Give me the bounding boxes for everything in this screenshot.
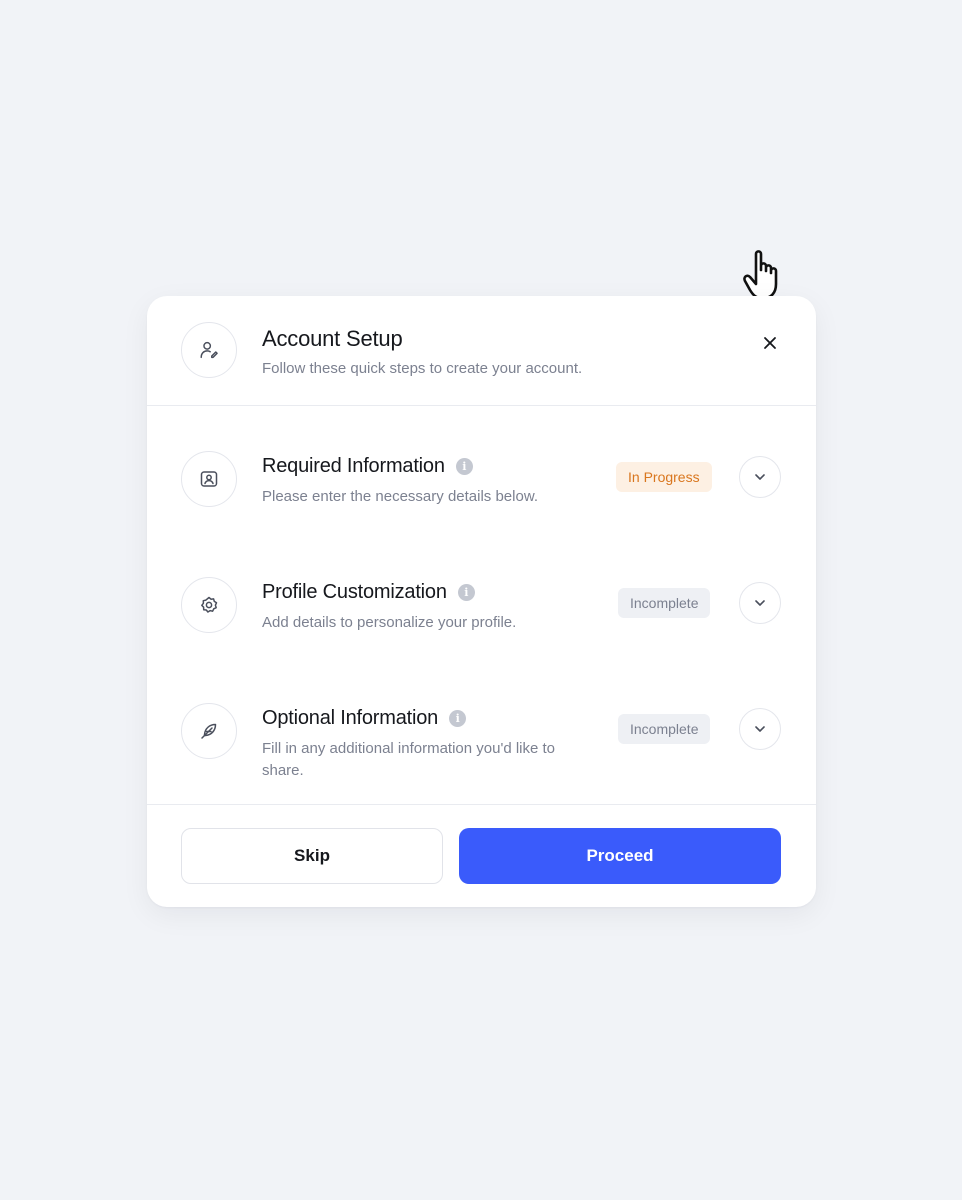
modal-header: Account Setup Follow these quick steps t… xyxy=(147,296,816,406)
step-title: Profile Customization i xyxy=(262,581,475,604)
step-title-text: Profile Customization xyxy=(262,581,447,603)
expand-button[interactable] xyxy=(739,708,781,750)
step-title: Optional Information i xyxy=(262,707,467,730)
status-badge: Incomplete xyxy=(618,714,711,744)
close-icon xyxy=(764,337,776,349)
info-icon[interactable]: i xyxy=(455,458,473,475)
step-description: Fill in any additional information you'd… xyxy=(262,740,556,779)
skip-button[interactable]: Skip xyxy=(181,828,443,884)
user-icon xyxy=(181,322,237,378)
step-description: Add details to personalize your profile. xyxy=(262,614,517,631)
step-title-text: Optional Information xyxy=(262,707,439,729)
close-button[interactable] xyxy=(755,328,785,358)
step-title-text: Required Information xyxy=(262,455,445,477)
chevron-down-icon xyxy=(755,474,765,480)
step-description: Please enter the necessary details below… xyxy=(262,488,538,505)
feather-icon xyxy=(181,703,237,759)
step-required-information: Required Information i Please enter the … xyxy=(147,428,816,554)
chevron-down-icon xyxy=(755,726,765,732)
status-badge: In Progress xyxy=(616,462,712,492)
step-title: Required Information i xyxy=(262,455,473,478)
step-optional-information: Optional Information i Fill in any addit… xyxy=(147,680,816,806)
id-card-icon xyxy=(181,451,237,507)
status-badge: Incomplete xyxy=(618,588,711,618)
hand-cursor-icon xyxy=(743,250,778,300)
modal-footer: Skip Proceed xyxy=(147,804,816,907)
badge-icon xyxy=(181,577,237,633)
chevron-down-icon xyxy=(755,600,765,606)
step-profile-customization: Profile Customization i Add details to p… xyxy=(147,554,816,680)
modal-subtitle: Follow these quick steps to create your … xyxy=(262,360,583,377)
account-setup-modal: Account Setup Follow these quick steps t… xyxy=(147,296,816,907)
page: Account Setup Follow these quick steps t… xyxy=(0,0,962,1200)
expand-button[interactable] xyxy=(739,582,781,624)
expand-button[interactable] xyxy=(739,456,781,498)
proceed-button[interactable]: Proceed xyxy=(459,828,781,884)
modal-title: Account Setup xyxy=(262,326,403,351)
info-icon[interactable]: i xyxy=(457,584,475,601)
info-icon[interactable]: i xyxy=(449,710,467,727)
